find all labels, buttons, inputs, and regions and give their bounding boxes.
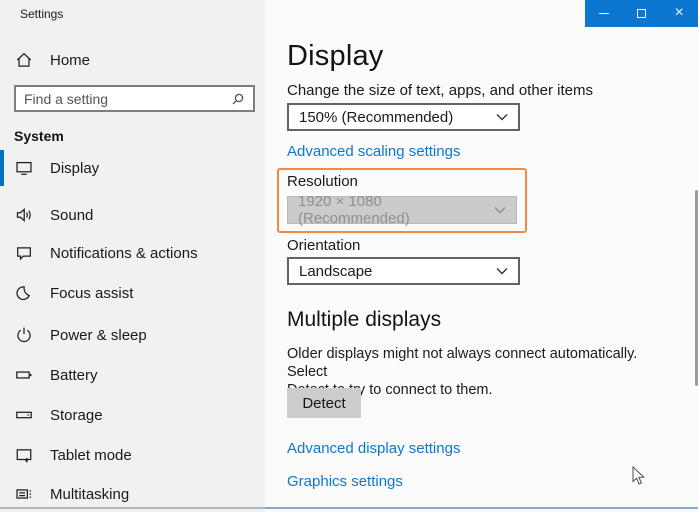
chevron-down-icon	[496, 108, 508, 126]
chevron-down-icon	[496, 262, 508, 280]
description-line: Older displays might not always connect …	[287, 345, 647, 381]
resolution-label: Resolution	[287, 173, 358, 190]
advanced-display-settings-link[interactable]: Advanced display settings	[287, 440, 460, 457]
detect-button[interactable]: Detect	[287, 388, 361, 418]
scale-label: Change the size of text, apps, and other…	[287, 82, 593, 99]
page-title: Display	[287, 40, 384, 73]
scale-dropdown-value: 150% (Recommended)	[299, 109, 496, 126]
window-bottom-edge	[0, 507, 698, 509]
graphics-settings-link[interactable]: Graphics settings	[287, 473, 403, 490]
resolution-dropdown-value: 1920 × 1080 (Recommended)	[298, 193, 494, 227]
advanced-scaling-settings-link[interactable]: Advanced scaling settings	[287, 143, 460, 160]
orientation-dropdown-value: Landscape	[299, 263, 496, 280]
chevron-down-icon	[494, 201, 506, 219]
orientation-dropdown[interactable]: Landscape	[287, 257, 520, 285]
orientation-label: Orientation	[287, 237, 360, 254]
multiple-displays-title: Multiple displays	[287, 308, 441, 332]
scale-dropdown[interactable]: 150% (Recommended)	[287, 103, 520, 131]
display-settings-page: Display Change the size of text, apps, a…	[0, 0, 698, 512]
resolution-dropdown[interactable]: 1920 × 1080 (Recommended)	[287, 196, 517, 224]
